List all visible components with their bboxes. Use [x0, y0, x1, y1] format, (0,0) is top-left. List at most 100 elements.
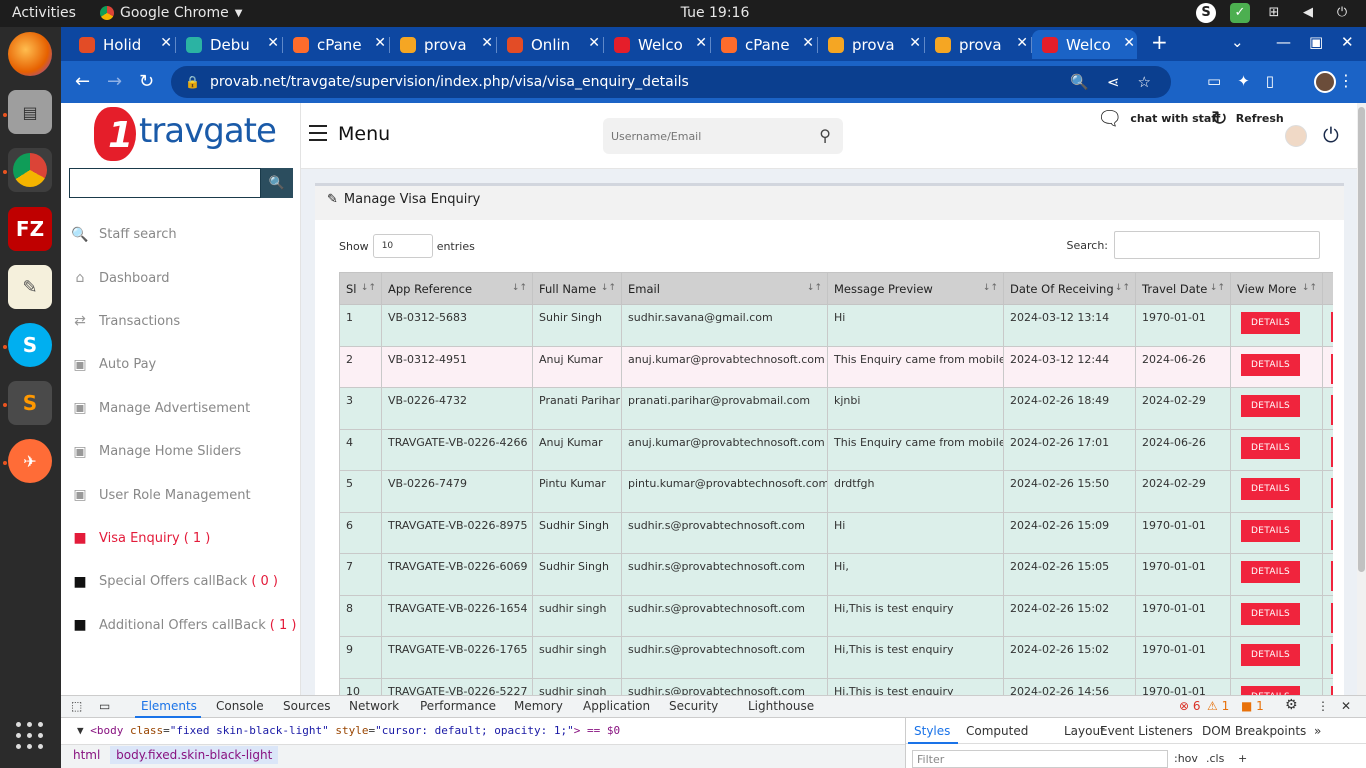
chat-with-staff-button[interactable]: 🗨 chat with staff — [1097, 103, 1220, 133]
side-panel-icon[interactable]: ▯ — [1266, 72, 1274, 90]
error-count[interactable]: ⊗ 6 — [1179, 699, 1201, 713]
styles-tab-dom-breakpoints[interactable]: DOM Breakpoints — [1202, 724, 1306, 738]
username-email-input[interactable] — [611, 126, 801, 146]
action-button-partial[interactable] — [1331, 478, 1333, 508]
app-menu[interactable]: Google Chrome ▼ — [100, 5, 242, 21]
details-button[interactable]: DETAILS — [1241, 519, 1301, 542]
bookmark-star-icon[interactable]: ☆ — [1138, 73, 1151, 91]
hamburger-icon[interactable] — [309, 125, 327, 141]
crumb-html[interactable]: html — [67, 746, 106, 764]
menu-label[interactable]: Menu — [338, 123, 390, 145]
column-header[interactable]: Sl ↓↑ — [339, 272, 382, 305]
sidebar-item-auto-pay[interactable]: ▣ Auto Pay — [69, 343, 297, 386]
devtools-tab-security[interactable]: Security — [669, 699, 718, 713]
devtools-tab-sources[interactable]: Sources — [283, 699, 330, 713]
browser-tab[interactable]: cPane ✕ — [283, 30, 388, 59]
devtools-tab-application[interactable]: Application — [583, 699, 650, 713]
more-tabs-icon[interactable]: » — [1314, 724, 1321, 738]
logout-power-icon[interactable]: ⏻ — [1323, 123, 1339, 147]
sidebar-item-staff-search[interactable]: 🔍 Staff search — [69, 213, 297, 256]
new-rule-icon[interactable]: + — [1238, 752, 1247, 765]
close-tab-icon[interactable]: ✕ — [695, 35, 707, 51]
action-button-partial[interactable] — [1331, 685, 1333, 695]
lock-icon[interactable]: 🔒 — [185, 75, 200, 89]
new-tab-button[interactable]: + — [1151, 30, 1168, 54]
postman-icon[interactable]: ✈ — [8, 439, 52, 483]
column-header[interactable]: Email ↓↑ — [621, 272, 828, 305]
skype-icon[interactable]: S — [8, 323, 52, 367]
sidebar-item-visa-enquiry[interactable]: ■ Visa Enquiry( 1 ) — [69, 517, 297, 560]
action-button-partial[interactable] — [1331, 395, 1333, 425]
maximize-button[interactable]: ▣ — [1309, 33, 1323, 51]
table-search-input[interactable] — [1114, 231, 1320, 259]
omnibox[interactable]: 🔒 provab.net/travgate/supervision/index.… — [171, 66, 1171, 98]
sidebar-search-button[interactable]: 🔍 — [261, 168, 293, 198]
scrollbar-thumb[interactable] — [1358, 107, 1365, 572]
extensions-icon[interactable]: ✦ — [1237, 72, 1250, 90]
crumb-body[interactable]: body.fixed.skin-black-light — [110, 746, 279, 764]
sidebar-item-transactions[interactable]: ⇄ Transactions — [69, 300, 297, 343]
files-icon[interactable]: ▤ — [8, 90, 52, 134]
activities-button[interactable]: Activities — [12, 5, 76, 21]
column-header[interactable]: Message Preview ↓↑ — [827, 272, 1004, 305]
filezilla-icon[interactable]: FZ — [8, 207, 52, 251]
browser-tab[interactable]: prova ✕ — [818, 30, 923, 59]
browser-tab[interactable]: prova ✕ — [390, 30, 495, 59]
devtools-tab-console[interactable]: Console — [216, 699, 264, 713]
browser-tab[interactable]: prova ✕ — [925, 30, 1030, 59]
browser-tab[interactable]: Onlin ✕ — [497, 30, 602, 59]
action-button-partial[interactable] — [1331, 644, 1333, 674]
sidebar-item-additional-offers-callback[interactable]: ■ Additional Offers callBack( 1 ) — [69, 604, 297, 647]
user-avatar[interactable] — [1285, 125, 1307, 147]
devtools-tab-memory[interactable]: Memory — [514, 699, 563, 713]
firefox-icon[interactable] — [8, 32, 52, 76]
details-button[interactable]: DETAILS — [1241, 312, 1301, 334]
cast-icon[interactable]: ▭ — [1207, 72, 1221, 90]
sidebar-item-manage-advertisement[interactable]: ▣ Manage Advertisement — [69, 387, 297, 430]
refresh-button[interactable]: ↻ Refresh — [1211, 103, 1284, 133]
devtools-tab-elements[interactable]: Elements — [141, 699, 197, 713]
column-header[interactable]: Date Of Receiving ↓↑ — [1003, 272, 1136, 305]
network-icon[interactable]: ⊞ — [1264, 3, 1284, 23]
action-button-partial[interactable] — [1331, 519, 1333, 550]
browser-tab[interactable]: Welco ✕ — [1032, 30, 1137, 59]
inspect-element-icon[interactable]: ⬚ — [71, 699, 82, 713]
details-button[interactable]: DETAILS — [1241, 353, 1301, 376]
clock[interactable]: Tue 19:16 — [650, 5, 780, 21]
hov-toggle[interactable]: :hov — [1174, 752, 1198, 765]
styles-tab-computed[interactable]: Computed — [966, 724, 1028, 738]
close-tab-icon[interactable]: ✕ — [802, 35, 814, 51]
close-tab-icon[interactable]: ✕ — [267, 35, 279, 51]
close-tab-icon[interactable]: ✕ — [1123, 35, 1135, 51]
close-window-button[interactable]: ✕ — [1341, 33, 1354, 51]
devtools-more-icon[interactable]: ⋮ — [1317, 699, 1329, 713]
styles-tab-layout[interactable]: Layout — [1064, 724, 1105, 738]
close-tab-icon[interactable]: ✕ — [374, 35, 386, 51]
details-button[interactable]: DETAILS — [1241, 685, 1301, 695]
action-button-partial[interactable] — [1331, 312, 1333, 342]
devtools-tab-network[interactable]: Network — [349, 699, 399, 713]
details-button[interactable]: DETAILS — [1241, 395, 1301, 417]
sidebar-item-special-offers-callback[interactable]: ■ Special Offers callBack( 0 ) — [69, 560, 297, 603]
page-scrollbar[interactable] — [1357, 103, 1366, 695]
skype-tray-icon[interactable]: S — [1196, 3, 1216, 23]
update-tray-icon[interactable]: ✓ — [1230, 3, 1250, 23]
power-menu-icon[interactable]: ⏻ — [1332, 3, 1352, 23]
details-button[interactable]: DETAILS — [1241, 602, 1301, 625]
action-button-partial[interactable] — [1331, 602, 1333, 633]
url-text[interactable]: provab.net/travgate/supervision/index.ph… — [210, 74, 689, 90]
styles-tab-event-listeners[interactable]: Event Listeners — [1100, 724, 1193, 738]
minimize-button[interactable]: — — [1276, 33, 1291, 51]
more-menu-icon[interactable]: ⋮ — [1338, 71, 1354, 90]
sidebar-item-user-role-management[interactable]: ▣ User Role Management — [69, 473, 297, 516]
styles-tab-styles[interactable]: Styles — [914, 724, 950, 738]
show-apps-icon[interactable] — [16, 722, 44, 750]
entries-select[interactable]: 10 — [372, 234, 433, 258]
browser-tab[interactable]: cPane ✕ — [711, 30, 816, 59]
browser-tab[interactable]: Holid ✕ — [69, 30, 174, 59]
warning-count[interactable]: ⚠ 1 — [1207, 699, 1229, 713]
back-button[interactable]: ← — [75, 71, 90, 92]
settings-gear-icon[interactable]: ⚙ — [1285, 697, 1298, 713]
browser-tab[interactable]: Debu ✕ — [176, 30, 281, 59]
sidebar-item-manage-home-sliders[interactable]: ▣ Manage Home Sliders — [69, 430, 297, 473]
